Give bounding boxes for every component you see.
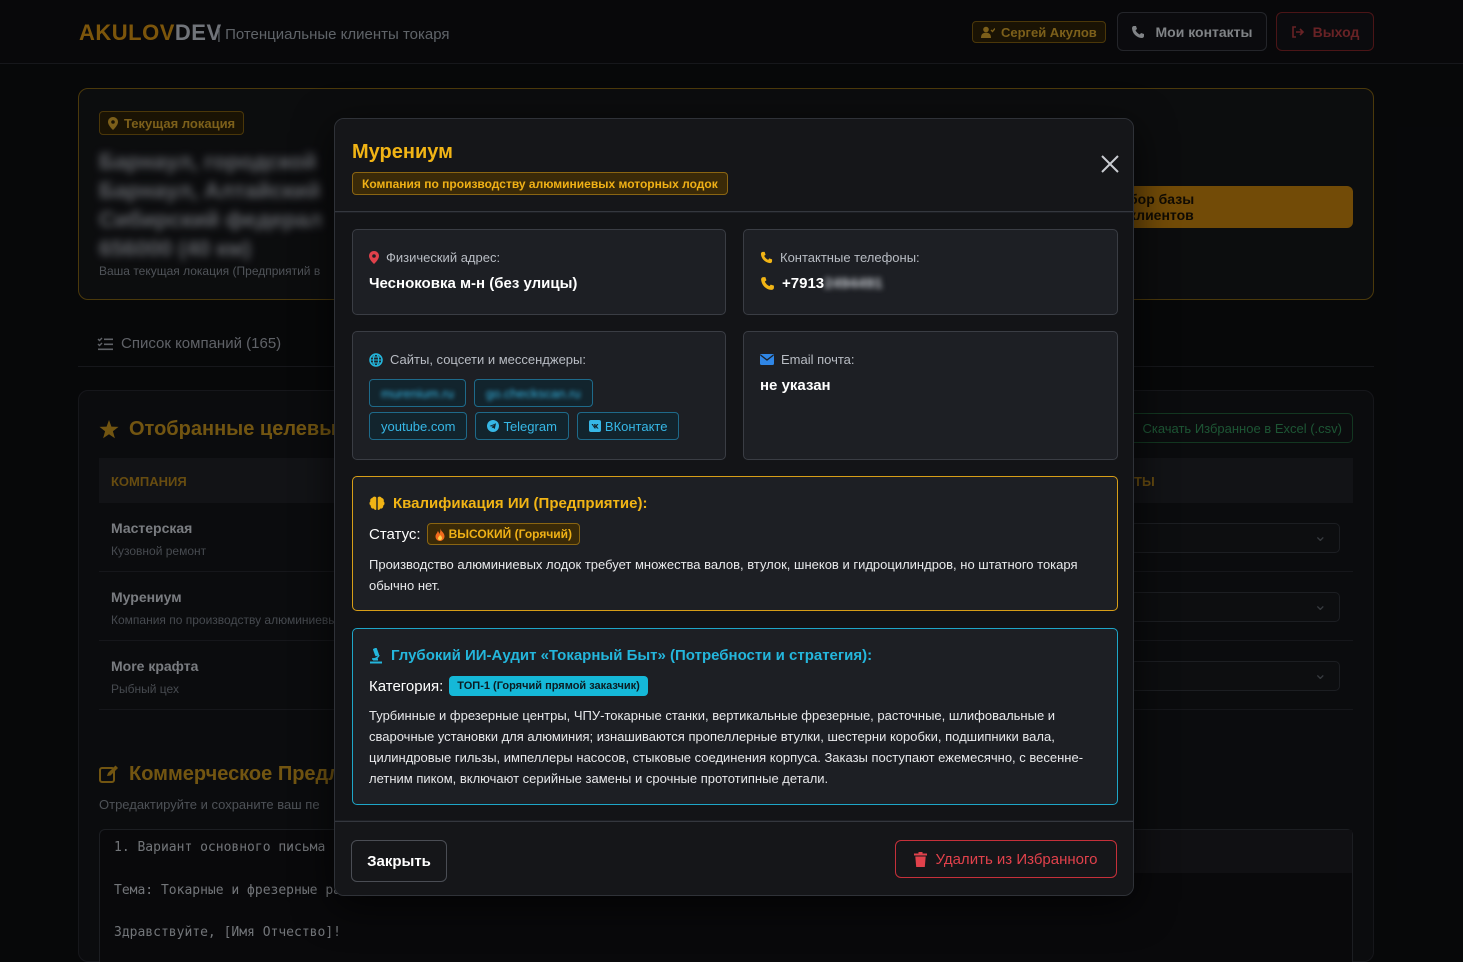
links-list: murenium.ru go.checkscan.ru youtube.com …: [369, 379, 699, 440]
address-card: Физический адрес: Чесноковка м-н (без ул…: [352, 229, 726, 315]
email-card: Email почта: не указан: [743, 331, 1118, 460]
modal-footer: Закрыть Удалить из Избранного: [335, 821, 1133, 895]
map-pin-icon: [369, 251, 379, 264]
email-value: не указан: [760, 377, 831, 394]
phone-visible: +7913: [782, 275, 825, 292]
ai-status: Статус: ВЫСОКИЙ (Горячий): [369, 523, 581, 545]
status-badge: ВЫСОКИЙ (Горячий): [426, 523, 581, 545]
audit-description: Турбинные и фрезерные центры, ЧПУ-токарн…: [369, 708, 1084, 786]
website-link[interactable]: go.checkscan.ru: [473, 379, 593, 407]
category-badge: ТОП-1 (Горячий прямой заказчик): [449, 676, 648, 696]
sites-label-text: Сайты, соцсети и мессенджеры:: [390, 352, 586, 367]
audit-category: Категория: ТОП-1 (Горячий прямой заказчи…: [369, 676, 648, 696]
address-value: Чесноковка м-н (без улицы): [369, 275, 578, 292]
youtube-link[interactable]: youtube.com: [369, 412, 468, 440]
vk-icon: [588, 420, 601, 432]
trash-icon: [914, 851, 928, 867]
globe-icon: [369, 352, 383, 367]
website-link[interactable]: murenium.ru: [369, 379, 466, 407]
phone-icon: [760, 251, 773, 264]
remove-favorite-label: Удалить из Избранного: [935, 850, 1098, 868]
ai-title-text: Квалификация ИИ (Предприятие):: [393, 495, 648, 512]
vk-link[interactable]: ВКонтакте: [576, 412, 680, 440]
brain-icon: [369, 496, 385, 510]
close-button[interactable]: Закрыть: [351, 840, 447, 882]
modal-title: Мурениум: [352, 141, 453, 163]
phones-label: Контактные телефоны:: [760, 250, 920, 265]
phones-card: Контактные телефоны: +79132494491: [743, 229, 1118, 315]
ai-description: Производство алюминиевых лодок требует м…: [369, 557, 1078, 593]
email-label-text: Email почта:: [781, 352, 855, 367]
close-icon[interactable]: [1099, 153, 1121, 175]
company-modal: Мурениум Компания по производству алюмин…: [334, 118, 1134, 896]
audit-title-text: Глубокий ИИ-Аудит «Токарный Быт» (Потреб…: [391, 647, 873, 664]
phone-number[interactable]: +79132494491: [760, 275, 883, 292]
telegram-icon: [487, 420, 500, 432]
phone-hidden: 2494491: [824, 275, 883, 292]
address-label: Физический адрес:: [369, 250, 500, 265]
status-badge-text: ВЫСОКИЙ (Горячий): [448, 527, 573, 541]
email-label: Email почта:: [760, 352, 855, 367]
address-label-text: Физический адрес:: [386, 250, 501, 265]
phones-label-text: Контактные телефоны:: [780, 250, 920, 265]
audit-category-label: Категория:: [369, 677, 444, 695]
fire-icon: [435, 527, 445, 541]
deep-audit-card: Глубокий ИИ-Аудит «Токарный Быт» (Потреб…: [352, 628, 1118, 805]
ai-status-label: Статус:: [369, 525, 421, 543]
sites-card: Сайты, соцсети и мессенджеры: murenium.r…: [352, 331, 726, 460]
remove-favorite-button[interactable]: Удалить из Избранного: [895, 840, 1117, 878]
modal-header: Мурениум Компания по производству алюмин…: [335, 119, 1133, 212]
envelope-icon: [760, 354, 774, 365]
phone-icon: [761, 277, 774, 290]
audit-title: Глубокий ИИ-Аудит «Токарный Быт» (Потреб…: [369, 647, 872, 664]
ai-qualification-card: Квалификация ИИ (Предприятие): Статус: В…: [352, 476, 1118, 611]
modal-subtitle-badge: Компания по производству алюминиевых мот…: [352, 172, 728, 195]
ai-title: Квалификация ИИ (Предприятие):: [369, 495, 647, 512]
microscope-icon: [370, 647, 382, 663]
telegram-link[interactable]: Telegram: [475, 412, 569, 440]
modal-body: Физический адрес: Чесноковка м-н (без ул…: [335, 213, 1133, 820]
sites-label: Сайты, соцсети и мессенджеры:: [369, 352, 586, 367]
